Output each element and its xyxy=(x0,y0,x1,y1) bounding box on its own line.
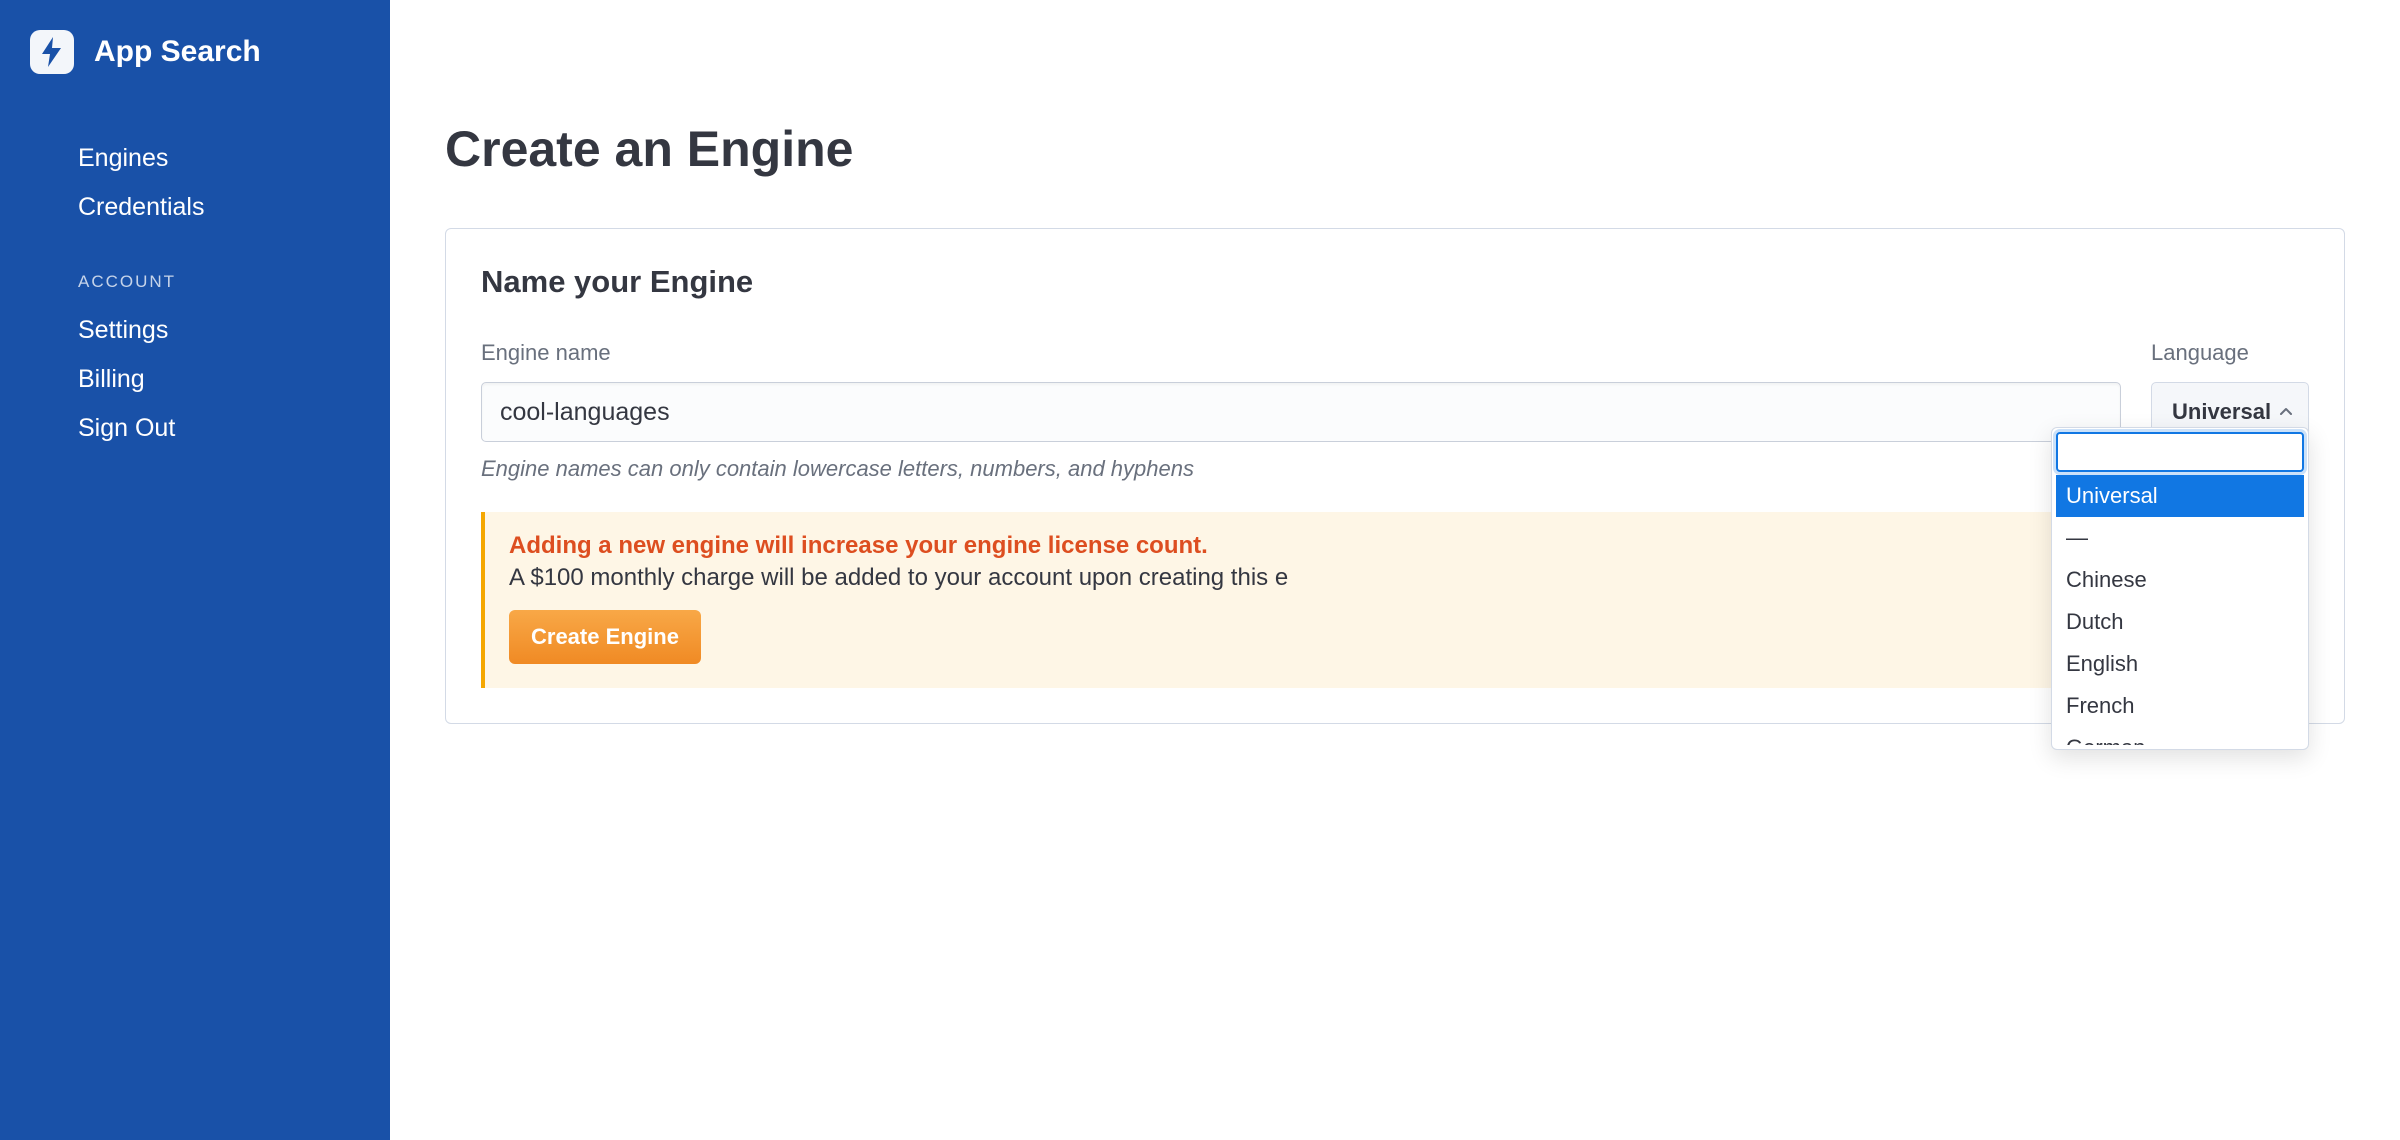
sidebar-section-account-label: ACCOUNT xyxy=(78,232,360,306)
sidebar-item-credentials[interactable]: Credentials xyxy=(78,183,360,232)
form-row: Engine name Engine names can only contai… xyxy=(481,340,2309,482)
language-dropdown-search-input[interactable] xyxy=(2056,432,2304,472)
sidebar-item-engines[interactable]: Engines xyxy=(78,134,360,183)
sidebar-item-settings[interactable]: Settings xyxy=(78,306,360,355)
sidebar-item-sign-out[interactable]: Sign Out xyxy=(78,404,360,453)
create-engine-button[interactable]: Create Engine xyxy=(509,610,701,664)
sidebar-header: App Search xyxy=(0,30,390,134)
language-dropdown-list[interactable]: Universal — Chinese Dutch English French… xyxy=(2056,475,2304,745)
sidebar-item-billing[interactable]: Billing xyxy=(78,355,360,404)
page-title: Create an Engine xyxy=(445,120,2345,178)
warning-callout: Adding a new engine will increase your e… xyxy=(481,512,2309,688)
sidebar: App Search Engines Credentials ACCOUNT S… xyxy=(0,0,390,1140)
language-dropdown: Universal — Chinese Dutch English French… xyxy=(2051,427,2309,750)
main-content: Create an Engine Name your Engine Engine… xyxy=(390,0,2400,1140)
create-engine-card: Name your Engine Engine name Engine name… xyxy=(445,228,2345,724)
warning-callout-title: Adding a new engine will increase your e… xyxy=(509,532,2285,560)
app-logo[interactable] xyxy=(30,30,74,74)
language-option-divider[interactable]: — xyxy=(2056,517,2304,559)
language-option-german[interactable]: German xyxy=(2056,727,2304,745)
language-selected-value: Universal xyxy=(2172,399,2271,425)
language-option-english[interactable]: English xyxy=(2056,643,2304,685)
app-title: App Search xyxy=(94,35,261,69)
language-option-dutch[interactable]: Dutch xyxy=(2056,601,2304,643)
card-title: Name your Engine xyxy=(481,264,2309,300)
engine-name-help-text: Engine names can only contain lowercase … xyxy=(481,456,2121,482)
lightning-icon xyxy=(40,37,64,67)
sidebar-nav: Engines Credentials ACCOUNT Settings Bil… xyxy=(0,134,390,453)
engine-name-label: Engine name xyxy=(481,340,2121,366)
engine-name-input[interactable] xyxy=(481,382,2121,442)
engine-name-field: Engine name Engine names can only contai… xyxy=(481,340,2121,482)
language-option-french[interactable]: French xyxy=(2056,685,2304,727)
warning-callout-desc: A $100 monthly charge will be added to y… xyxy=(509,564,2285,592)
language-option-universal[interactable]: Universal xyxy=(2056,475,2304,517)
language-label: Language xyxy=(2151,340,2309,366)
chevron-up-icon xyxy=(2278,404,2294,420)
language-option-chinese[interactable]: Chinese xyxy=(2056,559,2304,601)
